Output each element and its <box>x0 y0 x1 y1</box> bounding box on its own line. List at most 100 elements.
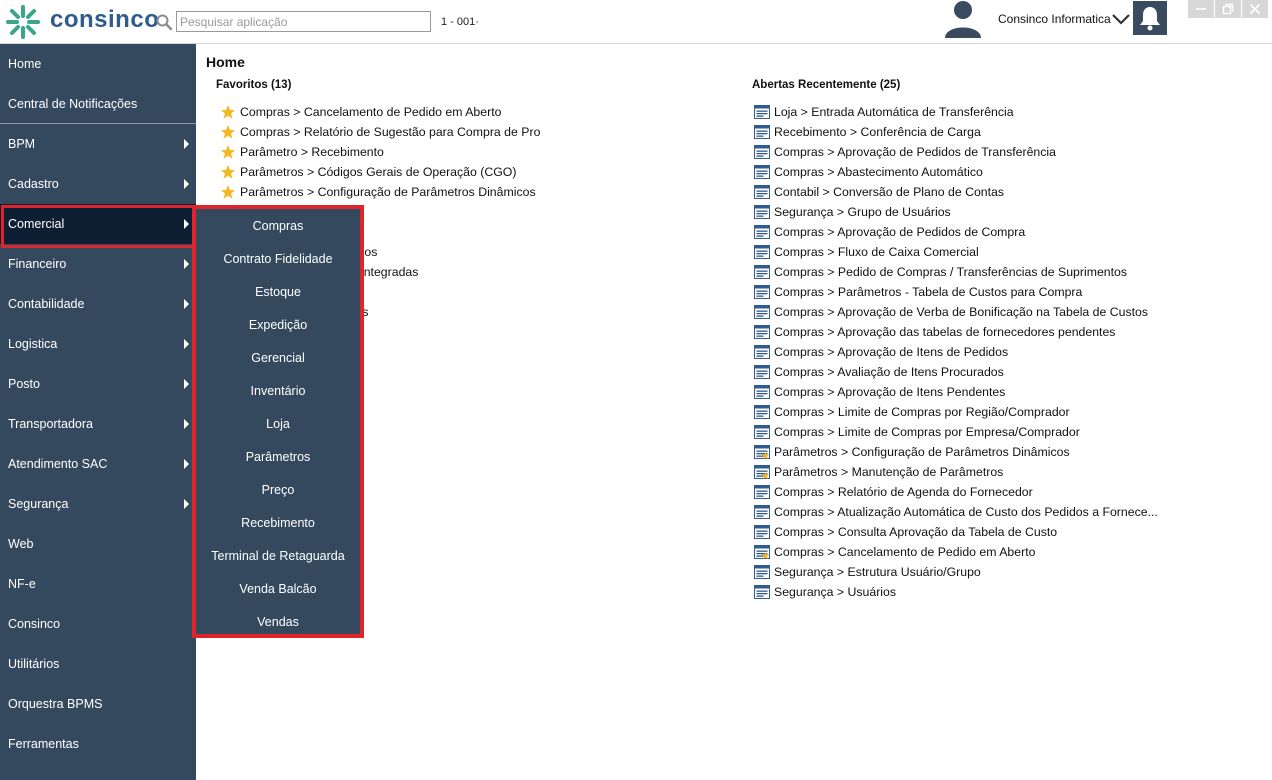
search-icon[interactable] <box>155 13 173 31</box>
logo-text: consinco <box>50 6 160 33</box>
sidebar-item-ferramentas[interactable]: Ferramentas <box>0 724 196 764</box>
recent-item-label: Parâmetros > Configuração de Parâmetros … <box>774 445 1070 459</box>
recent-item[interactable]: Compras > Aprovação de Itens Pendentes <box>754 382 1158 402</box>
favorite-item[interactable]: Parâmetros > Códigos Gerais de Operação … <box>220 162 540 182</box>
star-icon <box>220 165 236 179</box>
sidebar-item-seguranca[interactable]: Segurança <box>0 484 196 524</box>
user-avatar-icon[interactable] <box>942 0 984 40</box>
recent-item[interactable]: Parâmetros > Manutenção de Parâmetros <box>754 462 1158 482</box>
recent-item[interactable]: Compras > Limite de Compras por Empresa/… <box>754 422 1158 442</box>
recent-item[interactable]: Segurança > Usuários <box>754 582 1158 602</box>
chevron-down-icon[interactable] <box>1111 12 1131 26</box>
sidebar: Home Central de Notificações BPM Cadastro Co… <box>0 44 196 780</box>
sidebar-item-contabilidade[interactable]: Contabilidade <box>0 284 196 324</box>
recent-item[interactable]: Compras > Cancelamento de Pedido em Aber… <box>754 542 1158 562</box>
comercial-submenu: Compras Contrato Fidelidade Estoque Expediç… <box>192 205 364 638</box>
favorite-item[interactable]: Parâmetros > Configuração de Parâmetros … <box>220 182 540 202</box>
recent-item-label: Compras > Aprovação de Pedidos de Transf… <box>774 145 1056 159</box>
sidebar-item-utilitarios[interactable]: Utilitários <box>0 644 196 684</box>
recent-item[interactable]: Compras > Fluxo de Caixa Comercial <box>754 242 1158 262</box>
recent-item[interactable]: Compras > Relatório de Agenda do Fornece… <box>754 482 1158 502</box>
submenu-item-expedicao[interactable]: Expedição <box>196 308 360 341</box>
sidebar-item-transportadora[interactable]: Transportadora <box>0 404 196 444</box>
recent-item[interactable]: Compras > Aprovação de Verba de Bonifica… <box>754 302 1158 322</box>
minimize-button[interactable] <box>1188 0 1214 18</box>
submenu-item-compras[interactable]: Compras <box>196 209 360 242</box>
submenu-item-loja[interactable]: Loja <box>196 407 360 440</box>
window-icon <box>754 265 770 279</box>
submenu-item-venda-balcao[interactable]: Venda Balcão <box>196 572 360 605</box>
submenu-item-gerencial[interactable]: Gerencial <box>196 341 360 374</box>
window-icon <box>754 185 770 199</box>
recent-item[interactable]: Compras > Parâmetros - Tabela de Custos … <box>754 282 1158 302</box>
sidebar-item-bpm[interactable]: BPM <box>0 124 196 164</box>
sidebar-item-logistica[interactable]: Logistica <box>0 324 196 364</box>
star-icon <box>220 125 236 139</box>
sidebar-item-orquestra-bpms[interactable]: Orquestra BPMS <box>0 684 196 724</box>
recent-item[interactable]: Compras > Limite de Compras por Região/C… <box>754 402 1158 422</box>
submenu-item-parametros[interactable]: Parâmetros <box>196 440 360 473</box>
submenu-item-estoque[interactable]: Estoque <box>196 275 360 308</box>
favorite-item[interactable]: Compras > Relatório de Sugestão para Com… <box>220 122 540 142</box>
recent-item[interactable]: Contabil > Conversão de Plano de Contas <box>754 182 1158 202</box>
sidebar-item-atendimento-sac[interactable]: Atendimento SAC <box>0 444 196 484</box>
favorite-item[interactable]: Parâmetro > Recebimento <box>220 142 540 162</box>
recent-item[interactable]: Compras > Avaliação de Itens Procurados <box>754 362 1158 382</box>
recent-item[interactable]: Compras > Atualização Automática de Cust… <box>754 502 1158 522</box>
recent-item[interactable]: Recebimento > Conferência de Carga <box>754 122 1158 142</box>
sidebar-item-label: Central de Notificações <box>8 96 138 111</box>
recent-item[interactable]: Compras > Aprovação das tabelas de forne… <box>754 322 1158 342</box>
window-icon <box>754 385 770 399</box>
recent-item[interactable]: Segurança > Estrutura Usuário/Grupo <box>754 562 1158 582</box>
window-icon <box>754 485 770 499</box>
submenu-item-contrato-fidelidade[interactable]: Contrato Fidelidade <box>196 242 360 275</box>
recent-list: Loja > Entrada Automática de Transferênc… <box>754 102 1158 602</box>
sidebar-item-label: Segurança <box>8 497 69 511</box>
recent-item[interactable]: Compras > Consulta Aprovação da Tabela d… <box>754 522 1158 542</box>
sidebar-item-label: Ferramentas <box>8 737 79 751</box>
submenu-item-inventario[interactable]: Inventário <box>196 374 360 407</box>
version-label: 1 - 001· <box>441 16 479 28</box>
sidebar-item-comercial[interactable]: Comercial <box>0 204 196 244</box>
submenu-item-recebimento[interactable]: Recebimento <box>196 506 360 539</box>
notifications-button[interactable] <box>1133 1 1167 35</box>
recent-item[interactable]: Compras > Aprovação de Itens de Pedidos <box>754 342 1158 362</box>
close-button[interactable] <box>1242 0 1268 18</box>
submenu-item-preco[interactable]: Preço <box>196 473 360 506</box>
sidebar-item-home[interactable]: Home <box>0 44 196 84</box>
restore-button[interactable] <box>1215 0 1241 18</box>
submenu-item-vendas[interactable]: Vendas <box>196 605 360 638</box>
recent-title: Abertas Recentemente (25) <box>752 79 901 91</box>
sidebar-item-web[interactable]: Web <box>0 524 196 564</box>
consinco-logo-icon <box>6 5 40 39</box>
recent-item-label: Segurança > Estrutura Usuário/Grupo <box>774 565 981 579</box>
sidebar-item-cadastro[interactable]: Cadastro <box>0 164 196 204</box>
recent-item[interactable]: Compras > Abastecimento Automático <box>754 162 1158 182</box>
recent-item[interactable]: Parâmetros > Configuração de Parâmetros … <box>754 442 1158 462</box>
favorite-item[interactable]: Compras > Cancelamento de Pedido em Aber… <box>220 102 540 122</box>
sidebar-item-consinco[interactable]: Consinco <box>0 604 196 644</box>
sidebar-item-label: NF-e <box>8 577 36 591</box>
search-input[interactable] <box>176 11 431 32</box>
sidebar-item-posto[interactable]: Posto <box>0 364 196 404</box>
window-icon <box>754 125 770 139</box>
chevron-right-icon <box>184 219 189 229</box>
sidebar-item-financeiro[interactable]: Financeiro <box>0 244 196 284</box>
recent-item-label: Compras > Aprovação de Itens Pendentes <box>774 385 1006 399</box>
user-name[interactable]: Consinco Informatica <box>998 12 1111 26</box>
recent-item[interactable]: Compras > Aprovação de Pedidos de Compra <box>754 222 1158 242</box>
favorite-window-icon <box>754 445 770 459</box>
chevron-right-icon <box>184 259 189 269</box>
recent-item-label: Compras > Parâmetros - Tabela de Custos … <box>774 285 1083 299</box>
window-icon <box>754 565 770 579</box>
recent-item[interactable]: Loja > Entrada Automática de Transferênc… <box>754 102 1158 122</box>
recent-item[interactable]: Compras > Pedido de Compras / Transferên… <box>754 262 1158 282</box>
chevron-right-icon <box>184 459 189 469</box>
submenu-item-terminal-de-retaguarda[interactable]: Terminal de Retaguarda <box>196 539 360 572</box>
sidebar-item-nf-e[interactable]: NF-e <box>0 564 196 604</box>
recent-item[interactable]: Compras > Aprovação de Pedidos de Transf… <box>754 142 1158 162</box>
chevron-right-icon <box>184 499 189 509</box>
sidebar-item-label: Comercial <box>8 217 65 231</box>
recent-item[interactable]: Segurança > Grupo de Usuários <box>754 202 1158 222</box>
sidebar-item-central-de-notificacoes[interactable]: Central de Notificações <box>0 84 196 124</box>
